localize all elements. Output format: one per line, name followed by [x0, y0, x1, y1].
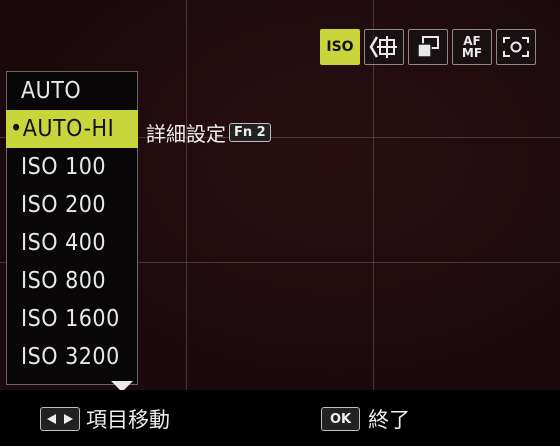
iso-icon-label: ISO — [326, 39, 354, 55]
iso-option-auto-hi[interactable]: •AUTO-HI — [6, 110, 138, 148]
detail-settings[interactable]: 詳細設定 Fn 2 — [146, 118, 271, 147]
iso-option-400[interactable]: ISO 400 — [7, 224, 137, 262]
aspect-frames-icon[interactable] — [408, 29, 448, 65]
iso-option-auto[interactable]: AUTO — [7, 72, 137, 110]
grid-line — [186, 0, 187, 390]
help-bar: 項目移動 OK 終了 — [0, 390, 560, 446]
left-right-arrows-icon — [40, 407, 80, 431]
iso-menu: AUTO •AUTO-HI ISO 100 ISO 200 ISO 400 IS… — [6, 71, 138, 385]
ok-hint-label: 終了 — [368, 408, 411, 432]
mf-label: MF — [461, 46, 483, 60]
iso-option-800[interactable]: ISO 800 — [7, 262, 137, 300]
fn2-key-badge: Fn 2 — [229, 123, 271, 142]
iso-option-200[interactable]: ISO 200 — [7, 186, 137, 224]
detail-settings-label: 詳細設定 — [146, 122, 226, 146]
iso-mode-icon[interactable]: ISO — [320, 29, 360, 65]
iso-option-3200[interactable]: ISO 3200 — [7, 338, 137, 376]
ok-hint: OK 終了 — [321, 404, 410, 434]
iso-option-100[interactable]: ISO 100 — [7, 148, 137, 186]
focus-area-icon[interactable] — [496, 29, 536, 65]
mode-icon-bar: ISO AF MF — [320, 29, 536, 65]
nav-hint: 項目移動 — [40, 404, 170, 434]
af-mf-icon[interactable]: AF MF — [452, 29, 492, 65]
metering-icon[interactable] — [364, 29, 404, 65]
iso-option-1600[interactable]: ISO 1600 — [7, 300, 137, 338]
ok-key-badge[interactable]: OK — [321, 407, 361, 431]
nav-hint-label: 項目移動 — [86, 408, 170, 432]
